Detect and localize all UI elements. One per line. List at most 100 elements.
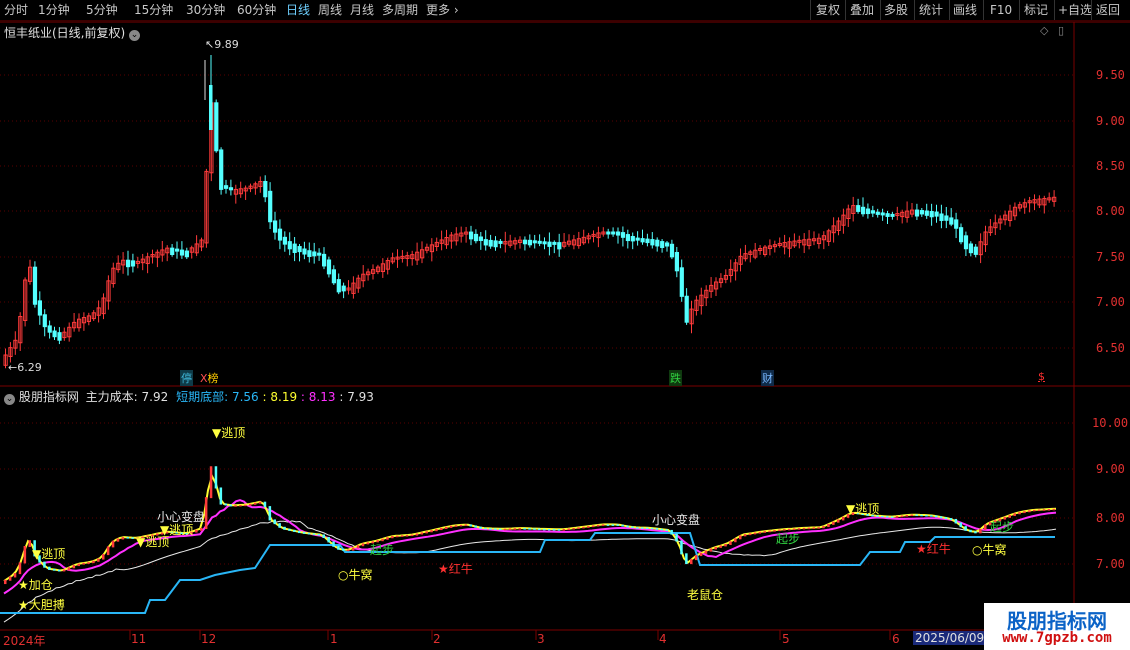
rank-badge-flag: X: [200, 372, 208, 385]
main-cost-label: 主力成本:: [85, 390, 138, 404]
indicator-candle: [665, 529, 668, 531]
indicator-candle: [837, 519, 840, 523]
indicator-candle: [489, 528, 492, 530]
indicator-candle: [827, 523, 830, 528]
price-tick: 7.00: [1096, 295, 1125, 309]
indicator-candle: [288, 528, 291, 531]
stock-title[interactable]: 恒丰纸业(日线,前复权) ⌄: [4, 24, 141, 41]
candle-body: [498, 240, 503, 244]
candle-body: [606, 231, 611, 235]
dividend-badge[interactable]: $: [1038, 370, 1045, 383]
signal-escape-top: ▼逃顶: [32, 547, 66, 561]
indicator-candle: [484, 527, 487, 530]
indicator-candle: [283, 526, 286, 530]
candle-body: [126, 259, 131, 268]
candle-body: [625, 234, 630, 242]
candle-body: [861, 206, 866, 215]
financial-report-badge[interactable]: 财: [761, 370, 774, 386]
indicator-candle: [645, 527, 649, 530]
panel-toggle-icon[interactable]: ▯: [1058, 24, 1064, 37]
indicator-candle: [704, 550, 708, 554]
indicator-candle: [518, 528, 521, 530]
candle-body: [273, 220, 278, 233]
indicator-candle: [528, 528, 531, 530]
indicator-candle: [592, 525, 595, 528]
indicator-candle: [675, 533, 678, 542]
candle-body: [684, 295, 689, 323]
indicator-candle: [650, 527, 654, 530]
indicator-candle: [268, 506, 272, 521]
indicator-candle: [234, 505, 237, 507]
indicator-candle: [890, 516, 894, 518]
indicator-candle: [415, 533, 419, 536]
indicator-candle: [552, 529, 556, 531]
candle-body: [312, 251, 317, 257]
indicator-candle: [430, 530, 433, 533]
low-price-marker: ←6.29: [8, 361, 42, 374]
candle-body: [959, 227, 964, 243]
indicator-candle: [1037, 509, 1041, 512]
indicator-candle: [841, 516, 845, 521]
candle-body: [336, 279, 341, 293]
indicator-candle: [523, 528, 526, 530]
signal-bull-nest: ○牛窝: [338, 568, 373, 582]
candle-body: [870, 210, 875, 214]
rank-badge[interactable]: X榜: [200, 370, 219, 386]
indicator-tick: 8.00: [1096, 511, 1125, 525]
candle-body: [963, 235, 969, 250]
indicator-candle: [200, 528, 203, 531]
candle-body: [322, 253, 327, 267]
suspension-badge[interactable]: 停: [180, 370, 193, 386]
indicator-candle: [239, 504, 242, 507]
candle-body: [292, 243, 297, 253]
indicator-candle: [596, 524, 600, 527]
candle-body: [130, 260, 136, 267]
price-tick: 6.50: [1096, 341, 1125, 355]
indicator-candle: [273, 519, 276, 525]
indicator-candle: [910, 514, 913, 517]
indicator-candle: [567, 528, 570, 531]
rank-badge-text: 榜: [207, 372, 219, 385]
indicator-candle: [302, 532, 306, 534]
indicator-candle: [660, 528, 664, 531]
indicator-candle: [935, 515, 938, 518]
limit-down-badge[interactable]: 跌: [669, 370, 682, 386]
chevron-down-icon[interactable]: ⌄: [4, 394, 15, 405]
candle-body: [856, 205, 861, 212]
indicator-candle: [655, 528, 659, 530]
indicator-candle: [72, 565, 76, 569]
indicator-candle: [337, 545, 340, 550]
candle-body: [302, 248, 307, 255]
candle-body: [949, 217, 954, 225]
diamond-icon[interactable]: ◇: [1040, 24, 1048, 37]
kline-chart[interactable]: [0, 0, 1130, 650]
indicator-candle: [361, 543, 365, 547]
candle-body: [326, 259, 332, 275]
signal-careful-change: 小心变盘: [157, 510, 206, 524]
indicator-candle: [543, 528, 546, 531]
candle-body: [865, 208, 871, 215]
date-tick: 5: [782, 632, 790, 646]
candle-body: [219, 149, 224, 190]
indicator-candle: [62, 569, 66, 572]
signal-start-up: 起步: [776, 532, 801, 546]
indicator-tick: 7.00: [1096, 557, 1125, 571]
candle-body: [616, 231, 621, 236]
date-tick: 6: [892, 632, 900, 646]
indicator-name[interactable]: 股朋指标网: [19, 390, 79, 404]
indicator-candle: [582, 526, 585, 529]
candle-body: [214, 102, 219, 152]
candle-body: [478, 236, 483, 241]
indicator-candle: [396, 535, 399, 538]
stock-title-text: 恒丰纸业(日线,前复权): [4, 26, 126, 40]
short-bottom-label: 短期底部:: [176, 390, 229, 404]
indicator-candle: [616, 524, 619, 526]
candle-body: [630, 236, 635, 242]
signal-text: 牛窝: [982, 543, 1007, 557]
indicator-candle: [317, 533, 321, 536]
candle-body: [552, 241, 557, 245]
chevron-down-icon[interactable]: ⌄: [129, 30, 141, 41]
signal-careful-change: 小心变盘: [652, 513, 701, 527]
date-tick: 1: [330, 632, 338, 646]
indicator-candle: [494, 528, 497, 530]
